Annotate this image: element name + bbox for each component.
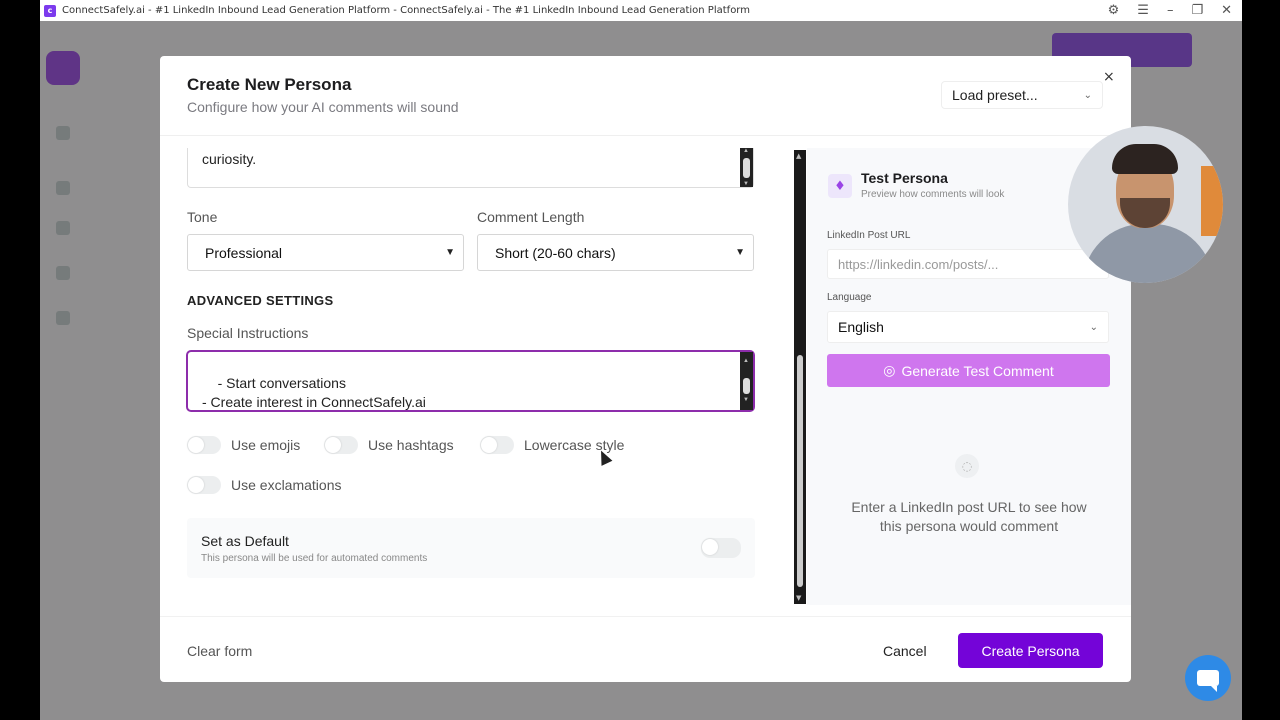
create-persona-modal: Create New Persona Configure how your AI… (160, 56, 1131, 682)
modal-header: Create New Persona Configure how your AI… (160, 56, 1131, 136)
window-close-icon[interactable]: ✕ (1221, 3, 1232, 18)
language-select[interactable]: English ⌄ (827, 311, 1109, 343)
advanced-settings-heading: ADVANCED SETTINGS (187, 293, 334, 308)
toggle-label: Use exclamations (231, 477, 342, 493)
modal-footer: Clear form Cancel Create Persona (160, 616, 1131, 682)
comment-length-value: Short (20-60 chars) (495, 244, 616, 261)
set-default-toggle[interactable] (701, 538, 741, 558)
close-icon[interactable]: × (1103, 69, 1115, 85)
webcam-person-hair (1112, 144, 1178, 174)
toggle-switch[interactable] (480, 436, 514, 454)
comment-length-select[interactable]: Short (20-60 chars) ▼ (477, 234, 754, 271)
toggle-use-emojis[interactable]: Use emojis (187, 436, 300, 454)
load-preset-label: Load preset... (952, 87, 1038, 103)
instructions-scrollbar[interactable] (740, 352, 753, 410)
set-default-subtitle: This persona will be used for automated … (201, 553, 428, 564)
post-url-label: LinkedIn Post URL (827, 230, 911, 241)
chat-bubble-icon: ◌ (955, 454, 979, 478)
chevron-down-icon: ▼ (735, 247, 745, 258)
test-empty-state-text: Enter a LinkedIn post URL to see how thi… (851, 499, 1087, 534)
create-persona-button[interactable]: Create Persona (958, 633, 1103, 668)
app-favicon-icon: c (44, 4, 56, 17)
instructions-text: - Start conversations - Create interest … (202, 375, 426, 410)
minimize-icon[interactable]: – (1167, 3, 1174, 18)
description-scrollbar[interactable] (740, 148, 753, 187)
description-text: curiosity. (202, 151, 257, 167)
language-label: Language (827, 292, 872, 303)
maximize-icon[interactable]: ❐ (1191, 3, 1203, 18)
tone-label: Tone (187, 209, 218, 225)
special-instructions-label: Special Instructions (187, 325, 309, 341)
chevron-down-icon: ⌄ (1083, 89, 1092, 101)
scroll-down-icon[interactable]: ▼ (796, 594, 801, 602)
window-title: ConnectSafely.ai - #1 LinkedIn Inbound L… (62, 5, 750, 16)
toggle-switch[interactable] (187, 476, 221, 494)
load-preset-select[interactable]: Load preset... ⌄ (941, 81, 1103, 109)
toggle-switch[interactable] (187, 436, 221, 454)
cancel-button[interactable]: Cancel (883, 643, 927, 659)
modal-title: Create New Persona (187, 75, 352, 94)
menu-icon[interactable]: ☰ (1137, 3, 1149, 18)
clear-form-button[interactable]: Clear form (187, 643, 252, 659)
webcam-background (1201, 166, 1223, 236)
sparkle-icon: ◎ (883, 362, 896, 378)
toggle-use-hashtags[interactable]: Use hashtags (324, 436, 454, 454)
toggle-label: Use emojis (231, 437, 301, 453)
webcam-person-beard (1120, 198, 1170, 228)
comment-length-label: Comment Length (477, 209, 585, 225)
chevron-down-icon: ▼ (445, 247, 455, 258)
set-default-card: Set as Default This persona will be used… (187, 518, 755, 578)
toggle-label: Lowercase style (524, 437, 625, 453)
modal-subtitle: Configure how your AI comments will soun… (187, 99, 459, 115)
set-default-title: Set as Default (201, 533, 289, 549)
scrollbar-thumb[interactable] (743, 158, 750, 178)
chevron-down-icon: ⌄ (1089, 321, 1098, 333)
toggle-switch[interactable] (324, 436, 358, 454)
webcam-person-hoodie (1083, 224, 1213, 283)
persona-description-textarea[interactable]: curiosity. (187, 148, 754, 188)
post-url-placeholder: https://linkedin.com/posts/... (838, 256, 999, 272)
scroll-up-icon[interactable]: ▲ (796, 152, 801, 160)
form-scrollbar[interactable]: ▲ ▼ (794, 150, 806, 604)
scrollbar-thumb[interactable] (743, 378, 750, 394)
toggle-label: Use hashtags (368, 437, 454, 453)
webcam-overlay (1068, 126, 1223, 283)
generate-button-label: Generate Test Comment (901, 362, 1054, 379)
test-persona-title: Test Persona (861, 170, 948, 186)
support-chat-button[interactable] (1185, 655, 1231, 701)
generate-test-comment-button[interactable]: ◎ Generate Test Comment (827, 354, 1110, 387)
chat-icon (1197, 670, 1219, 692)
lightbulb-icon: ♦ (828, 174, 852, 198)
language-value: English (838, 319, 884, 335)
scrollbar-thumb[interactable] (797, 355, 803, 587)
tone-select[interactable]: Professional ▼ (187, 234, 464, 271)
tone-value: Professional (205, 244, 283, 261)
browser-titlebar: c ConnectSafely.ai - #1 LinkedIn Inbound… (40, 0, 1242, 21)
special-instructions-textarea[interactable]: - Start conversations - Create interest … (186, 350, 755, 412)
extensions-icon[interactable]: ⚙ (1108, 3, 1120, 18)
toggle-use-exclamations[interactable]: Use exclamations (187, 476, 342, 494)
post-url-input[interactable]: https://linkedin.com/posts/... (827, 249, 1109, 279)
test-persona-subtitle: Preview how comments will look (861, 189, 1005, 200)
